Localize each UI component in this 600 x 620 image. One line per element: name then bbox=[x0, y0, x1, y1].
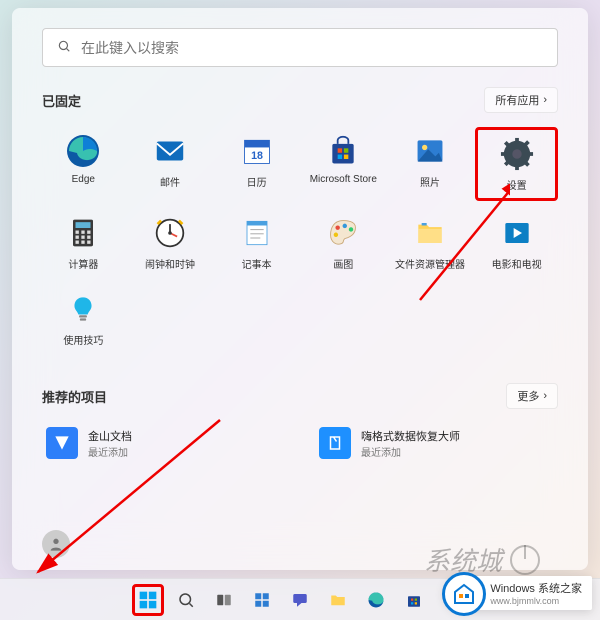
app-label: 画图 bbox=[333, 256, 353, 271]
taskbar-explorer-button[interactable] bbox=[322, 584, 354, 616]
app-tile-calendar[interactable]: 18 日历 bbox=[215, 127, 298, 201]
settings-icon bbox=[499, 136, 535, 172]
svg-text:18: 18 bbox=[251, 150, 263, 162]
chevron-right-icon: › bbox=[543, 94, 547, 106]
store-icon bbox=[325, 133, 361, 169]
recommended-item-title: 嗨格式数据恢复大师 bbox=[361, 428, 460, 444]
start-menu: 已固定 所有应用 › Edge 邮件 18 日历 bbox=[12, 8, 588, 570]
taskbar-start-button[interactable] bbox=[132, 584, 164, 616]
edge-icon bbox=[65, 133, 101, 169]
app-tile-photos[interactable]: 照片 bbox=[389, 127, 472, 201]
app-tile-settings[interactable]: 设置 bbox=[475, 127, 558, 201]
pinned-header: 已固定 所有应用 › bbox=[42, 87, 558, 113]
app-label: Edge bbox=[72, 174, 95, 185]
taskbar-edge-button[interactable] bbox=[360, 584, 392, 616]
watermark-logo-icon bbox=[442, 572, 486, 616]
calendar-icon: 18 bbox=[239, 133, 275, 169]
recovery-icon bbox=[319, 427, 351, 459]
taskbar-taskview-button[interactable] bbox=[208, 584, 240, 616]
app-label: 电影和电视 bbox=[492, 256, 542, 271]
movies-icon bbox=[499, 215, 535, 251]
wps-icon bbox=[46, 427, 78, 459]
search-input[interactable] bbox=[81, 40, 543, 56]
app-label: 照片 bbox=[420, 174, 440, 189]
user-row[interactable] bbox=[42, 530, 70, 558]
app-tile-paint[interactable]: 画图 bbox=[302, 209, 385, 277]
recommended-item[interactable]: 嗨格式数据恢复大师 最近添加 bbox=[315, 423, 558, 463]
mail-icon bbox=[152, 133, 188, 169]
explorer-icon bbox=[412, 215, 448, 251]
recommended-item-subtitle: 最近添加 bbox=[361, 444, 460, 459]
recommended-item[interactable]: 金山文档 最近添加 bbox=[42, 423, 285, 463]
app-label: 使用技巧 bbox=[63, 332, 103, 347]
app-label: 记事本 bbox=[242, 256, 272, 271]
taskbar-store-button[interactable] bbox=[398, 584, 430, 616]
app-label: 日历 bbox=[247, 174, 267, 189]
recommended-text: 嗨格式数据恢复大师 最近添加 bbox=[361, 428, 460, 459]
app-tile-edge[interactable]: Edge bbox=[42, 127, 125, 201]
recommended-list: 金山文档 最近添加 嗨格式数据恢复大师 最近添加 bbox=[42, 423, 558, 463]
search-icon bbox=[57, 39, 71, 56]
app-tile-clock[interactable]: 闹钟和时钟 bbox=[129, 209, 212, 277]
taskbar-widgets-button[interactable] bbox=[246, 584, 278, 616]
app-label: 闹钟和时钟 bbox=[145, 256, 195, 271]
app-tile-tips[interactable]: 使用技巧 bbox=[42, 285, 125, 353]
app-tile-store[interactable]: Microsoft Store bbox=[302, 127, 385, 201]
tips-icon bbox=[65, 291, 101, 327]
recommended-item-title: 金山文档 bbox=[88, 428, 132, 444]
app-tile-calculator[interactable]: 计算器 bbox=[42, 209, 125, 277]
notepad-icon bbox=[239, 215, 275, 251]
pinned-grid: Edge 邮件 18 日历 Microsoft Store 照片 bbox=[42, 127, 558, 353]
all-apps-label: 所有应用 bbox=[495, 92, 539, 108]
app-label: 设置 bbox=[507, 177, 527, 192]
app-tile-notepad[interactable]: 记事本 bbox=[215, 209, 298, 277]
paint-icon bbox=[325, 215, 361, 251]
watermark: Windows 系统之家 www.bjmmlv.com bbox=[444, 576, 592, 610]
app-label: 计算器 bbox=[68, 256, 98, 271]
calculator-icon bbox=[65, 215, 101, 251]
clock-icon bbox=[152, 215, 188, 251]
app-tile-explorer[interactable]: 文件资源管理器 bbox=[389, 209, 472, 277]
recommended-title: 推荐的项目 bbox=[42, 387, 107, 406]
more-button[interactable]: 更多 › bbox=[506, 383, 558, 409]
search-box[interactable] bbox=[42, 28, 558, 67]
all-apps-button[interactable]: 所有应用 › bbox=[484, 87, 558, 113]
app-label: 文件资源管理器 bbox=[395, 256, 465, 271]
chevron-right-icon: › bbox=[543, 390, 547, 402]
user-avatar-icon bbox=[42, 530, 70, 558]
app-label: 邮件 bbox=[160, 174, 180, 189]
taskbar-chat-button[interactable] bbox=[284, 584, 316, 616]
more-label: 更多 bbox=[517, 388, 539, 404]
app-tile-movies[interactable]: 电影和电视 bbox=[475, 209, 558, 277]
power-icon bbox=[510, 545, 540, 575]
recommended-item-subtitle: 最近添加 bbox=[88, 444, 132, 459]
taskbar-search-button[interactable] bbox=[170, 584, 202, 616]
app-tile-mail[interactable]: 邮件 bbox=[129, 127, 212, 201]
recommended-text: 金山文档 最近添加 bbox=[88, 428, 132, 459]
recommended-header: 推荐的项目 更多 › bbox=[42, 383, 558, 409]
app-label: Microsoft Store bbox=[310, 174, 377, 185]
watermark-url: www.bjmmlv.com bbox=[490, 596, 582, 606]
pinned-title: 已固定 bbox=[42, 91, 81, 110]
photos-icon bbox=[412, 133, 448, 169]
watermark-cn: 系统城 bbox=[424, 541, 540, 578]
watermark-title: Windows 系统之家 bbox=[490, 580, 582, 596]
